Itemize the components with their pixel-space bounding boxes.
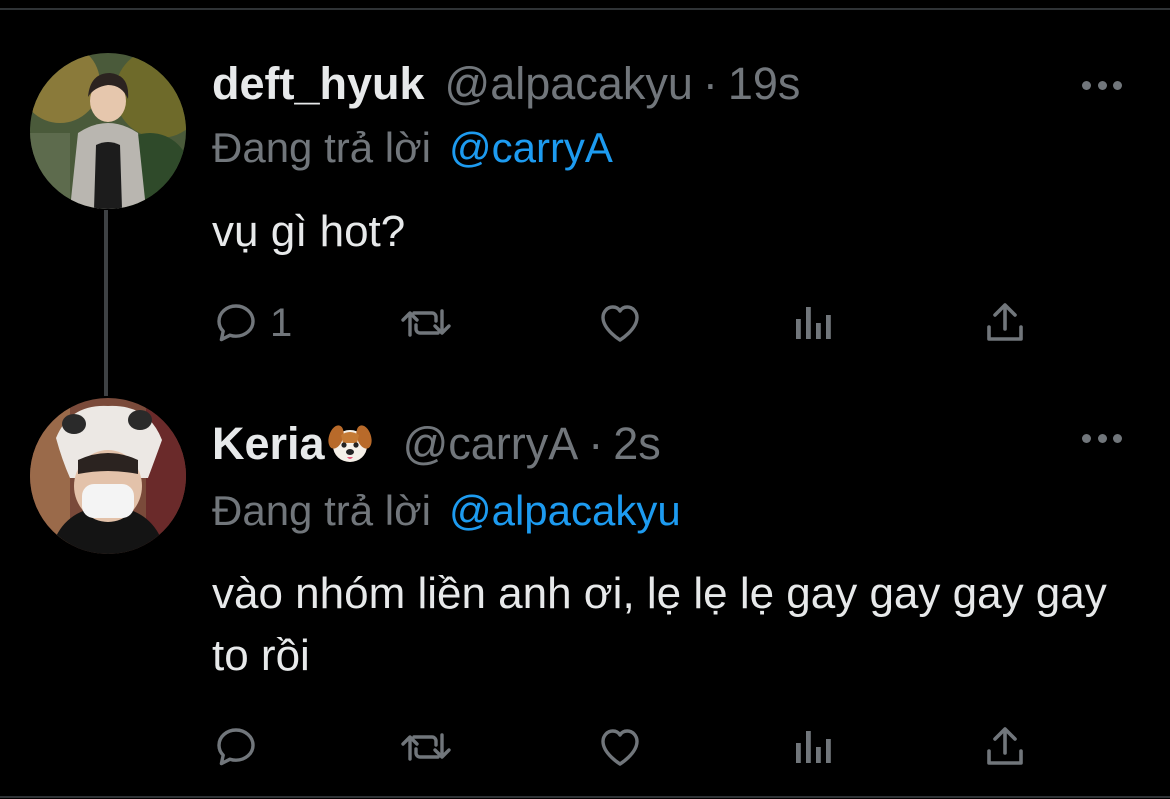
avatar-image-keria: [30, 398, 186, 554]
reply-icon: [217, 728, 255, 766]
more-dot: [1097, 433, 1107, 443]
timestamp[interactable]: 2s: [613, 414, 661, 474]
reply-mention-link[interactable]: @carryA: [449, 124, 613, 171]
retweet-button[interactable]: [398, 722, 454, 772]
more-dot: [1082, 433, 1091, 443]
heart-icon: [601, 729, 639, 766]
tweet-actions: 1: [212, 298, 1042, 348]
more-dot: [1113, 80, 1122, 90]
replying-to-label: Đang trả lời: [212, 487, 431, 534]
like-button[interactable]: [596, 298, 644, 348]
top-divider: [0, 8, 1170, 10]
reply-icon: [217, 304, 255, 342]
retweet-button[interactable]: [398, 298, 454, 348]
reply-button[interactable]: 1: [212, 298, 292, 348]
tweet-thread-screen: deft_hyuk @alpacakyu · 19s Đang trả lời @…: [0, 0, 1170, 799]
tweet-text: vào nhóm liền anh ơi, lẹ lẹ lẹ gay gay g…: [212, 569, 1107, 680]
tweet-header: Keria @carryA · 2s: [212, 414, 661, 474]
avatar-image-deft: [30, 53, 186, 209]
replying-to: Đang trả lời @alpacakyu: [212, 483, 681, 539]
retweet-icon: [401, 309, 451, 337]
more-icon[interactable]: [1082, 78, 1122, 92]
more-dot: [1097, 80, 1107, 90]
bottom-divider: [0, 796, 1170, 798]
more-dot: [1113, 433, 1122, 443]
heart-icon: [601, 305, 639, 342]
analytics-icon: [796, 731, 831, 763]
separator-dot: ·: [588, 418, 604, 469]
like-button[interactable]: [596, 722, 644, 772]
more-dot: [1082, 80, 1091, 90]
analytics-icon: [796, 307, 831, 339]
replying-to: Đang trả lời @carryA: [212, 120, 613, 176]
avatar[interactable]: [30, 53, 186, 209]
display-name[interactable]: Keria: [212, 414, 325, 474]
user-handle[interactable]: @carryA: [403, 414, 579, 474]
views-button[interactable]: [790, 298, 834, 348]
timestamp[interactable]: 19s: [728, 54, 801, 114]
tweet-text: vụ gì hot?: [212, 207, 406, 256]
share-button[interactable]: [982, 722, 1028, 772]
reply-button[interactable]: [212, 722, 270, 772]
separator-dot: ·: [702, 58, 718, 109]
more-icon[interactable]: [1082, 431, 1122, 445]
reply-mention-link[interactable]: @alpacakyu: [449, 487, 681, 534]
thread-connector-line: [104, 210, 108, 396]
views-button[interactable]: [790, 722, 834, 772]
share-button[interactable]: [982, 298, 1028, 348]
share-icon: [987, 303, 1023, 341]
reply-count: 1: [270, 301, 293, 345]
user-handle[interactable]: @alpacakyu: [445, 54, 693, 114]
avatar[interactable]: [30, 398, 186, 554]
share-icon: [987, 727, 1023, 765]
display-name[interactable]: deft_hyuk: [212, 54, 425, 114]
tweet-header: deft_hyuk @alpacakyu · 19s: [212, 54, 800, 114]
dog-face-emoji: [327, 425, 372, 462]
tweet-actions: [212, 722, 1042, 772]
retweet-icon: [401, 733, 451, 761]
replying-to-label: Đang trả lời: [212, 124, 431, 171]
